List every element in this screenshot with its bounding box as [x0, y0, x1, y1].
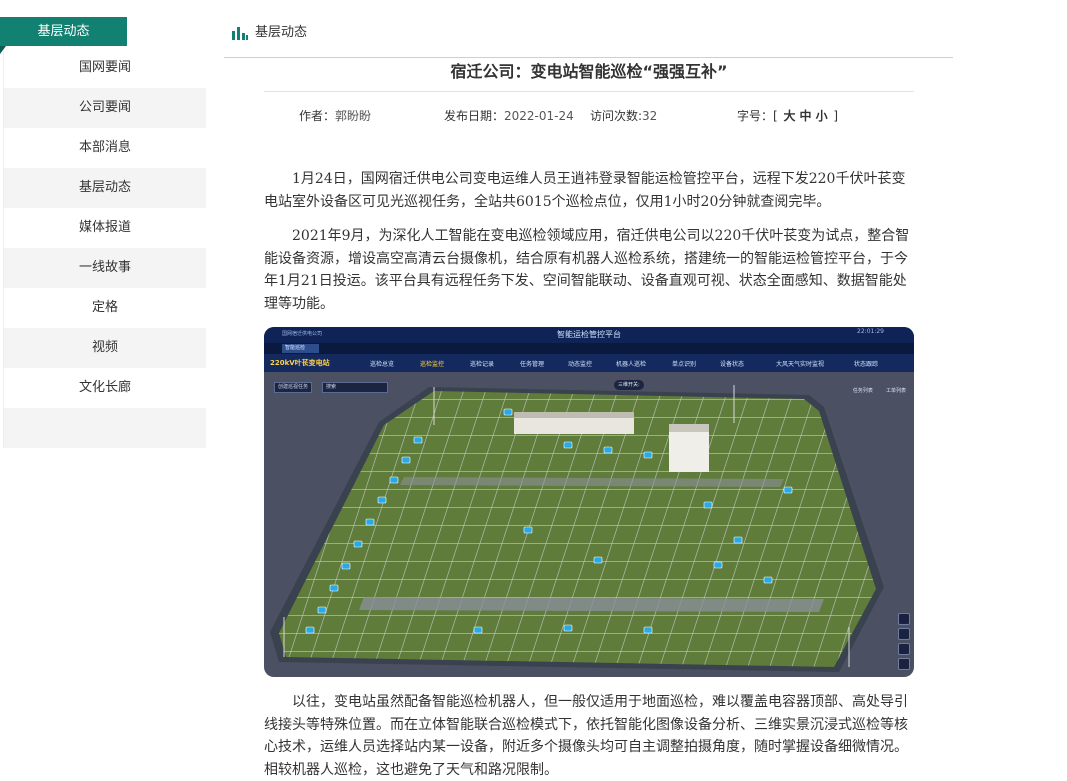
article-author: 作者：郭盼盼: [299, 107, 371, 125]
figure-nav-item: 任务管理: [520, 361, 545, 368]
figure-3d-toggle: 三维开关:: [614, 380, 644, 390]
figure-nav-item: 巡检记录: [470, 361, 495, 368]
font-size-control: 字号：[ 大中小 ]: [737, 107, 838, 125]
fontsize-bracket-close: ]: [833, 109, 839, 123]
author-label: 作者：: [299, 109, 336, 123]
sidebar-item-guowang-news[interactable]: 国网要闻: [3, 48, 206, 88]
location-icon: [898, 628, 910, 640]
font-size-medium-link[interactable]: 中: [800, 109, 812, 123]
figure-right-tabs: 任务列表 工单列表: [845, 377, 906, 396]
sidebar-item-grassroots[interactable]: 基层动态: [3, 168, 206, 208]
fontsize-bracket-open: [: [773, 109, 778, 123]
article-paragraph-2: 2021年9月，为深化人工智能在变电巡检领域应用，宿迁供电公司以220千伏叶苌变…: [264, 228, 910, 312]
figure-nav-item: 状态跟踪: [854, 361, 879, 368]
author-value: 郭盼盼: [335, 109, 372, 123]
article-image: 国网宿迁供电公司 智能运检管控平台 22:01:29 智能巡检 220kV叶苌变…: [264, 327, 914, 677]
sidebar-item-hq-news[interactable]: 本部消息: [3, 128, 206, 168]
breadcrumb-label[interactable]: 基层动态: [255, 24, 307, 42]
article-date: 发布日期：2022-01-24: [444, 107, 574, 125]
article-visits: 访问次数:32: [590, 107, 657, 125]
sidebar-header: 基层动态: [0, 17, 127, 46]
figure-site-selector: 220kV叶苌变电站: [270, 359, 330, 367]
article-paragraph-3: 以往，变电站虽然配备智能巡检机器人，但一般仅适用于地面巡检，难以覆盖电容器顶部、…: [264, 694, 908, 778]
figure-nav-item: 单点识别: [672, 361, 697, 368]
sidebar-item-media[interactable]: 媒体报道: [3, 208, 206, 248]
visits-label: 访问次数:: [590, 109, 643, 123]
sidebar-item-frontline-stories[interactable]: 一线故事: [3, 248, 206, 288]
sidebar-item-company-news[interactable]: 公司要闻: [3, 88, 206, 128]
date-label: 发布日期：: [444, 109, 505, 123]
font-size-small-link[interactable]: 小: [816, 109, 828, 123]
bar-chart-icon: [232, 27, 248, 40]
figure-toolbar: [898, 613, 910, 673]
figure-title-bar: 国网宿迁供电公司 智能运检管控平台 22:01:29: [264, 327, 914, 343]
sidebar-menu: 国网要闻 公司要闻 本部消息 基层动态 媒体报道 一线故事 定格 视频 文化长廊: [3, 48, 206, 448]
figure-clock: 22:01:29: [857, 328, 884, 335]
figure-nav-item: 动态监控: [568, 361, 593, 368]
cloud-icon: [898, 658, 910, 670]
sidebar-item-snapshots[interactable]: 定格: [3, 288, 206, 328]
figure-create-task-button: 创建巡视任务: [274, 382, 313, 393]
breadcrumb-divider: [224, 57, 953, 58]
figure-tab-bar: 智能巡检: [264, 343, 914, 354]
figure-nav-item: 巡检监控: [420, 361, 445, 368]
layer-icon: [898, 643, 910, 655]
title-divider: [264, 91, 914, 92]
figure-tab: 智能巡检: [282, 344, 319, 353]
figure-right-tab: 工单列表: [885, 388, 906, 394]
figure-nav-item: 设备状态: [720, 361, 745, 368]
figure-nav-bar: 220kV叶苌变电站 巡检总览 巡检监控 巡检记录 任务管理 动态监控 机器人巡…: [264, 354, 914, 372]
settings-icon: [898, 613, 910, 625]
figure-nav-item: 巡检总览: [370, 361, 395, 368]
sidebar-blank-row: [3, 408, 206, 448]
substation-3d-view: [270, 385, 884, 672]
date-value: 2022-01-24: [504, 109, 574, 123]
figure-nav-item: 大风天气实时监视: [776, 361, 825, 368]
figure-app-title: 智能运检管控平台: [557, 330, 621, 339]
visits-value: 32: [642, 109, 658, 123]
fontsize-label: 字号：: [737, 109, 774, 123]
article-paragraph-1: 1月24日，国网宿迁供电公司变电运维人员王逍祎登录智能运检管控平台，远程下发22…: [264, 171, 906, 210]
sidebar-header-notch: [0, 46, 6, 54]
figure-nav-item: 机器人巡检: [616, 361, 647, 368]
font-size-large-link[interactable]: 大: [784, 109, 796, 123]
sidebar-item-culture[interactable]: 文化长廊: [3, 368, 206, 408]
sidebar-item-video[interactable]: 视频: [3, 328, 206, 368]
figure-search-box: 搜索: [322, 382, 388, 393]
figure-right-tab: 任务列表: [852, 388, 873, 394]
article-title: 宿迁公司：变电站智能巡检“强强互补”: [450, 62, 728, 81]
